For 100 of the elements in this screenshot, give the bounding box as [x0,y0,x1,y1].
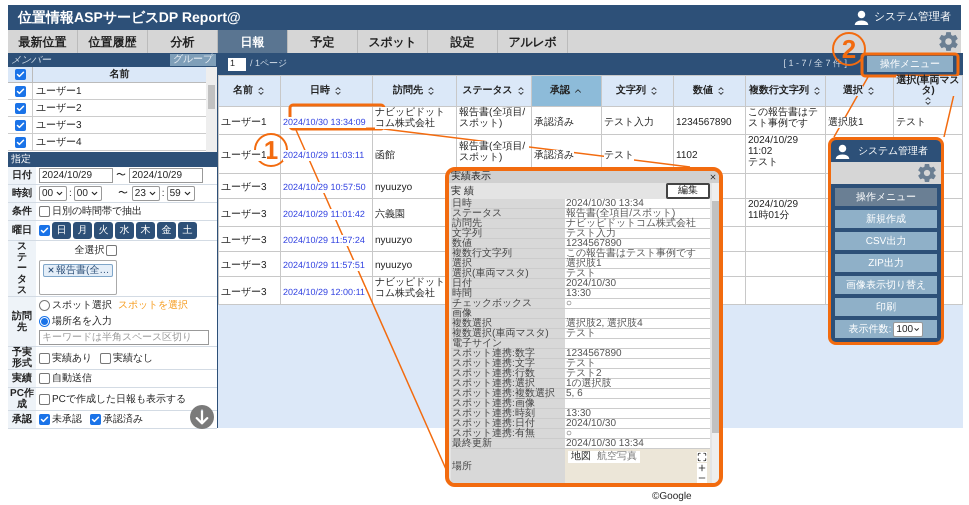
column-header[interactable]: 名前 [218,76,280,106]
checkbox[interactable] [39,373,50,384]
column-label: 選択(車両マスタ) [896,76,960,96]
scroll-down-icon[interactable] [190,405,214,429]
zoom-out-icon[interactable] [697,473,707,483]
field-label: スポット連携:行数 [451,369,565,378]
column-header[interactable]: 数値 [674,76,746,106]
fullscreen-icon[interactable] [697,452,707,462]
weekday-button[interactable]: 金 [157,222,176,239]
table-cell-text: nyuuzyo [375,260,412,271]
field-label: 選択 [451,259,565,268]
checkbox[interactable] [39,394,50,404]
map-type-button[interactable]: 地図 [568,451,594,463]
column-header[interactable]: 選択(車両マスタ) [894,76,962,106]
filter-label: 予実形式 [8,347,36,369]
keyword-field[interactable]: キーワードは半角スペース区切り [39,330,209,345]
datetime-link[interactable]: 2024/10/29 11:57:51 [283,260,365,271]
date-field[interactable]: 2024/10/29 [129,168,203,183]
checkbox[interactable] [106,244,118,256]
column-header[interactable]: ステータス [456,76,532,106]
map-credit: ©Google [652,491,692,503]
weekday-button[interactable]: 火 [94,222,113,239]
edit-button[interactable]: 編集 [666,183,710,199]
select-field[interactable]: 00 [74,186,102,201]
status-select-field[interactable]: 報告書(全… [39,260,118,294]
checkbox-label: 承認済み [103,412,143,427]
field-value: ナビッピドットコム株式会社 [564,219,710,228]
radio-button[interactable] [39,316,50,327]
datetime-link[interactable]: 2024/10/29 11:01:42 [283,208,365,220]
weekday-button[interactable]: 日 [52,222,71,239]
column-header[interactable]: 訪問先 [372,76,456,106]
member-name[interactable]: ユーザー1 [33,83,206,99]
column-label: 日時 [310,86,330,96]
column-header[interactable]: 文字列 [602,76,674,106]
table-cell-text: 2024/10/29 11時01分 [748,199,798,221]
table-cell-text: 報告書(全項目/スポット) [459,140,529,162]
user-icon [854,10,869,25]
column-header[interactable]: 承認 [532,76,602,106]
table-cell-text: 1234567890 [676,116,732,128]
select-field[interactable]: 23 [132,186,160,201]
checkbox[interactable] [100,352,111,364]
checkbox[interactable] [39,225,50,236]
datetime-link[interactable]: 2024/10/30 13:34:09 [283,116,366,128]
field-label: 時間 [451,289,565,298]
checkbox[interactable] [14,102,26,114]
checkbox[interactable] [90,414,101,425]
table-cell-text: ユーザー3 [221,235,267,246]
member-name[interactable]: ユーザー3 [33,117,206,133]
field-label: チェックボックス [451,299,565,308]
datetime-link[interactable]: 2024/10/29 11:57:24 [283,235,365,246]
field-label: 場所 [451,449,565,483]
nav-tab[interactable]: 日報 [218,30,288,53]
settings-icon[interactable] [917,163,937,183]
sort-icon [812,86,822,96]
scrollbar[interactable] [206,67,217,152]
table-cell-text: 六義園 [375,208,405,220]
table-cell-text: テスト入力 [604,116,654,128]
weekday-button[interactable]: 土 [178,222,197,239]
datetime-link[interactable]: 2024/10/29 10:57:50 [283,182,366,193]
weekday-button[interactable]: 水 [115,222,134,239]
close-icon[interactable] [709,173,717,181]
select-field[interactable]: 59 [166,186,195,201]
select-field[interactable]: 00 [39,186,67,201]
weekday-button[interactable]: 木 [136,222,155,239]
field-label: スポット連携:日付 [451,419,565,428]
checkbox[interactable] [39,352,50,364]
radio-button[interactable] [39,300,50,311]
checkbox[interactable] [14,86,26,96]
settings-icon[interactable] [938,31,959,52]
app-title: 位置情報ASPサービスDP Report@ [18,8,241,27]
field-value: 1234567890 [564,239,710,248]
datetime-link[interactable]: 2024/10/29 12:00:11 [283,286,365,298]
table-cell-text: 承認済み [534,116,574,128]
column-header[interactable]: 選択 [826,76,894,106]
table-cell-text: テスト [604,150,634,161]
member-name[interactable]: ユーザー4 [33,134,206,150]
user-name[interactable]: システム管理者 [874,9,951,26]
checkbox[interactable] [14,69,26,80]
date-field[interactable]: 2024/10/29 [39,168,113,183]
datetime-link[interactable]: 2024/10/29 11:03:11 [283,150,364,161]
scrollbar[interactable] [712,183,719,483]
map-type-button[interactable]: 航空写真 [594,451,640,463]
zoom-in-icon[interactable] [697,463,707,473]
section-heading: 実 績 [451,184,474,198]
field-label: スポット連携:有無 [451,429,565,438]
checkbox-label: 実績なし [113,352,153,366]
checkbox[interactable] [14,120,26,130]
checkbox[interactable] [39,206,50,217]
column-header[interactable]: 日時 [280,76,372,106]
checkbox[interactable] [14,136,26,148]
page-field[interactable]: 1 [228,58,246,70]
column-label: 選択 [843,86,863,96]
select-field[interactable]: 100 [893,322,924,336]
table-cell-text: 函館 [375,150,395,161]
member-name[interactable]: ユーザー2 [33,100,206,116]
column-header[interactable]: 複数行文字列 [746,76,826,106]
remove-icon[interactable] [47,266,55,274]
checkbox[interactable] [39,414,50,425]
field-label: 最終更新 [451,439,565,448]
weekday-button[interactable]: 月 [73,222,92,239]
